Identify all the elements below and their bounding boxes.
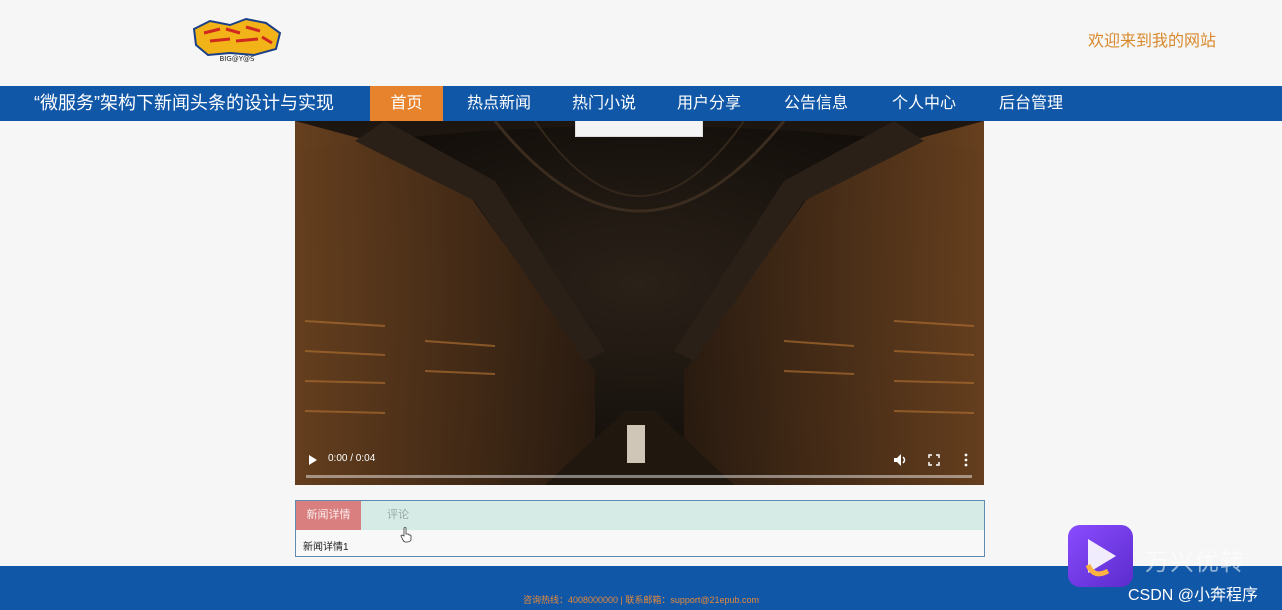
tab-news-detail[interactable]: 新闻详情 xyxy=(296,501,361,530)
video-player[interactable]: 0:00 / 0:04 xyxy=(295,121,984,485)
tab-content: 新闻详情1 xyxy=(303,542,349,553)
nav-item-personal-center[interactable]: 个人中心 xyxy=(885,86,963,121)
nav-item-announcements[interactable]: 公告信息 xyxy=(777,86,855,121)
watermark-csdn: CSDN @小奔程序 xyxy=(1128,587,1259,604)
site-logo[interactable]: BIG@Y@S xyxy=(190,15,284,63)
dropdown-overlay xyxy=(575,121,703,137)
tab-comments[interactable]: 评论 xyxy=(376,501,420,530)
nav-item-user-share[interactable]: 用户分享 xyxy=(670,86,748,121)
news-tabs-panel: 新闻详情 评论 新闻详情1 xyxy=(295,500,985,557)
site-title: “微服务”架构下新闻头条的设计与实现 xyxy=(34,93,334,113)
nav-item-hot-news[interactable]: 热点新闻 xyxy=(460,86,538,121)
svg-text:BIG@Y@S: BIG@Y@S xyxy=(219,55,255,63)
nav-item-admin[interactable]: 后台管理 xyxy=(992,86,1070,121)
more-options-icon[interactable] xyxy=(963,452,969,468)
watermark-brand: 万兴优转 xyxy=(1145,549,1245,576)
nav-item-home[interactable]: 首页 xyxy=(370,86,443,121)
play-icon[interactable] xyxy=(307,453,319,467)
watermark-app-icon xyxy=(1068,525,1133,587)
main-nav: “微服务”架构下新闻头条的设计与实现 首页 热点新闻 热门小说 用户分享 公告信… xyxy=(0,86,1282,121)
welcome-text: 欢迎来到我的网站 xyxy=(1088,33,1217,50)
top-header: BIG@Y@S 欢迎来到我的网站 xyxy=(0,0,1282,86)
nav-item-hot-novels[interactable]: 热门小说 xyxy=(565,86,643,121)
video-time: 0:00 / 0:04 xyxy=(328,453,376,464)
video-progress-bar[interactable] xyxy=(306,475,972,478)
library-video-frame xyxy=(295,121,984,485)
video-controls: 0:00 / 0:04 xyxy=(295,441,984,485)
footer-contact: 咨询热线：4008000000 | 联系邮箱：support@21epub.co… xyxy=(522,595,760,605)
hand-cursor-icon xyxy=(400,527,412,543)
volume-icon[interactable] xyxy=(893,452,907,468)
fullscreen-icon[interactable] xyxy=(928,453,940,467)
tab-bar: 新闻详情 评论 xyxy=(296,501,984,530)
